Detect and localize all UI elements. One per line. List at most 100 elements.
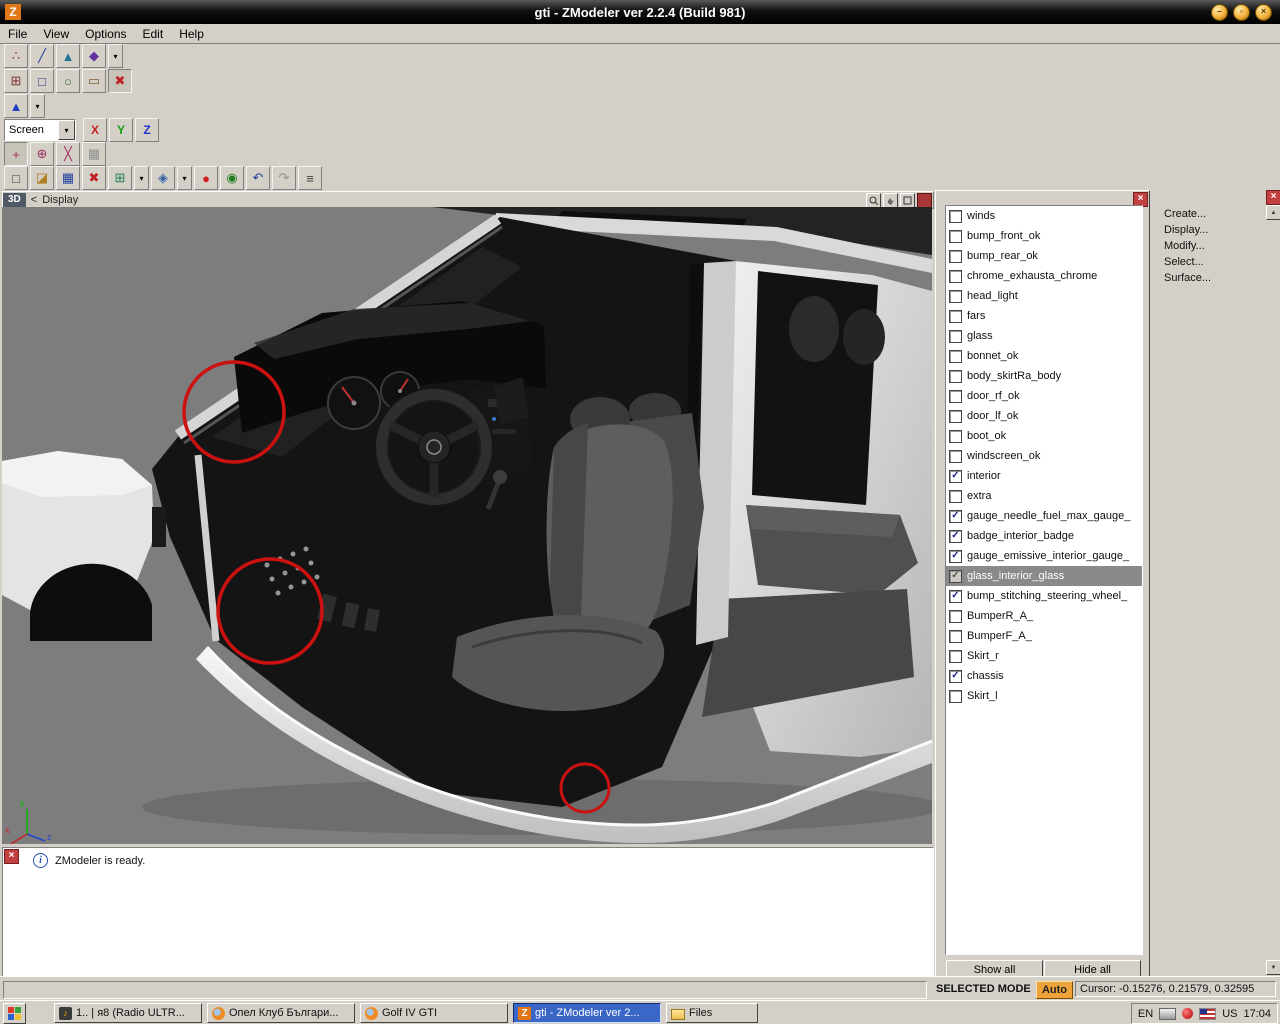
undo-icon[interactable]: ↶ [246, 166, 270, 190]
hierarchy-item[interactable]: door_rf_ok [946, 386, 1142, 406]
hierarchy-item[interactable]: fars [946, 306, 1142, 326]
edges-mode-icon[interactable]: ╱ [30, 44, 54, 68]
polygons-mode-icon[interactable]: ▲ [56, 44, 80, 68]
command-create[interactable]: Create... [1151, 206, 1264, 222]
auto-toggle[interactable]: Auto [1036, 981, 1073, 999]
visibility-checkbox[interactable] [949, 629, 962, 643]
hierarchy-item[interactable]: ✓ gauge_emissive_interior_gauge_ [946, 546, 1142, 566]
modes-dropdown-icon[interactable]: ▾ [108, 44, 123, 68]
hierarchy-item[interactable]: chrome_exhausta_chrome [946, 266, 1142, 286]
us-flag-icon[interactable] [1199, 1007, 1217, 1020]
hierarchy-item[interactable]: winds [946, 206, 1142, 226]
axis-x-button[interactable]: X [83, 118, 107, 142]
delete-icon[interactable]: ✖ [82, 166, 106, 190]
visibility-checkbox[interactable] [949, 369, 962, 383]
hierarchy-item[interactable]: ✓ interior [946, 466, 1142, 486]
view-dropdown-icon[interactable]: ▾ [30, 94, 45, 118]
command-display[interactable]: Display... [1151, 222, 1264, 238]
maximize-viewport-icon[interactable] [900, 192, 915, 208]
visibility-checkbox[interactable] [949, 289, 962, 303]
shield-icon[interactable] [1182, 1008, 1194, 1019]
menu-item-file[interactable]: File [0, 27, 35, 41]
redo-icon[interactable]: ↷ [272, 166, 296, 190]
log-close-button[interactable]: × [4, 849, 19, 864]
edit-scale-icon[interactable]: ╳ [56, 142, 80, 166]
select-quad-icon[interactable]: ⊞ [4, 69, 28, 93]
hierarchy-item[interactable]: ✓ bump_stitching_steering_wheel_ [946, 586, 1142, 606]
layout-indicator[interactable]: US [1222, 1008, 1237, 1020]
visibility-checkbox[interactable] [949, 649, 962, 663]
visibility-checkbox[interactable]: ✓ [949, 469, 962, 483]
visibility-checkbox[interactable] [949, 329, 962, 343]
command-panel-scrollbar[interactable]: × ▲ ▼ [1266, 190, 1280, 976]
hierarchy-item[interactable]: door_lf_ok [946, 406, 1142, 426]
command-modify[interactable]: Modify... [1151, 238, 1264, 254]
command-select[interactable]: Select... [1151, 254, 1264, 270]
visibility-checkbox[interactable]: ✓ [949, 569, 962, 583]
taskbar-item[interactable]: Golf IV GTI [360, 1003, 508, 1023]
visibility-checkbox[interactable] [949, 209, 962, 223]
hierarchy-item[interactable]: bonnet_ok [946, 346, 1142, 366]
keyboard-icon[interactable] [1159, 1007, 1177, 1020]
chevron-down-icon[interactable]: ▾ [58, 120, 75, 140]
taskbar-item[interactable]: Files [666, 1003, 758, 1023]
hierarchy-item[interactable]: Skirt_l [946, 686, 1142, 706]
close-button[interactable]: × [1255, 4, 1272, 21]
select-circle-icon[interactable]: ○ [56, 69, 80, 93]
hierarchy-item[interactable]: BumperF_A_ [946, 626, 1142, 646]
pan-icon[interactable] [883, 192, 898, 208]
hierarchy-item[interactable]: windscreen_ok [946, 446, 1142, 466]
viewport-mode-tab[interactable]: 3D [3, 193, 26, 207]
start-button[interactable] [3, 1003, 26, 1024]
clone-icon[interactable]: ⊞ [108, 166, 132, 190]
hierarchy-item[interactable]: boot_ok [946, 426, 1142, 446]
edit-move-icon[interactable]: + [4, 142, 28, 166]
select-single-icon[interactable]: □ [30, 69, 54, 93]
visibility-checkbox[interactable] [949, 349, 962, 363]
hierarchy-item[interactable]: extra [946, 486, 1142, 506]
select-poly-icon[interactable]: ▭ [82, 69, 106, 93]
viewport-menu-icon[interactable] [917, 192, 932, 208]
zoom-icon[interactable] [866, 192, 881, 208]
visibility-checkbox[interactable] [949, 689, 962, 703]
hierarchy-item[interactable]: bump_rear_ok [946, 246, 1142, 266]
visibility-checkbox[interactable] [949, 269, 962, 283]
viewport-3d-canvas[interactable]: y z x [2, 207, 932, 844]
visibility-checkbox[interactable]: ✓ [949, 529, 962, 543]
visibility-checkbox[interactable] [949, 389, 962, 403]
hierarchy-item[interactable]: bump_front_ok [946, 226, 1142, 246]
hierarchy-item[interactable]: body_skirtRa_body [946, 366, 1142, 386]
edit-rotate-icon[interactable]: ⊕ [30, 142, 54, 166]
menu-item-view[interactable]: View [35, 27, 77, 41]
scroll-up-button[interactable]: ▲ [1266, 205, 1280, 220]
vertices-mode-icon[interactable]: ∴ [4, 44, 28, 68]
language-indicator[interactable]: EN [1138, 1008, 1153, 1020]
taskbar-item[interactable]: Zgti - ZModeler ver 2... [513, 1003, 661, 1023]
visibility-checkbox[interactable] [949, 489, 962, 503]
visibility-checkbox[interactable] [949, 229, 962, 243]
hierarchy-item[interactable]: ✓ chassis [946, 666, 1142, 686]
viewport-view-name[interactable]: Display [42, 194, 78, 206]
scroll-down-button[interactable]: ▼ [1266, 960, 1280, 975]
panel-close-button[interactable]: × [1266, 190, 1280, 205]
minimize-button[interactable]: – [1211, 4, 1228, 21]
edit-extra-icon[interactable]: ▦ [82, 142, 106, 166]
visibility-checkbox[interactable] [949, 309, 962, 323]
import-icon[interactable]: ◈ [151, 166, 175, 190]
new-file-icon[interactable]: □ [4, 166, 28, 190]
command-surface[interactable]: Surface... [1151, 270, 1264, 286]
script-icon[interactable]: ≡ [298, 166, 322, 190]
view-select[interactable]: Screen ▾ [4, 119, 76, 141]
hierarchy-item[interactable]: ✓ glass_interior_glass [946, 566, 1142, 586]
visibility-checkbox[interactable]: ✓ [949, 549, 962, 563]
objects-mode-icon[interactable]: ◆ [82, 44, 106, 68]
open-file-icon[interactable]: ◪ [30, 166, 54, 190]
select-invert-icon[interactable]: ✖ [108, 69, 132, 93]
hierarchy-item[interactable]: ✓ gauge_needle_fuel_max_gauge_ [946, 506, 1142, 526]
taskbar-item[interactable]: ♪ 1.. | я8 (Radio ULTR... [54, 1003, 202, 1023]
hierarchy-item[interactable]: glass [946, 326, 1142, 346]
menu-item-help[interactable]: Help [171, 27, 212, 41]
visibility-checkbox[interactable]: ✓ [949, 589, 962, 603]
menu-item-edit[interactable]: Edit [135, 27, 172, 41]
hierarchy-item[interactable]: Skirt_r [946, 646, 1142, 666]
